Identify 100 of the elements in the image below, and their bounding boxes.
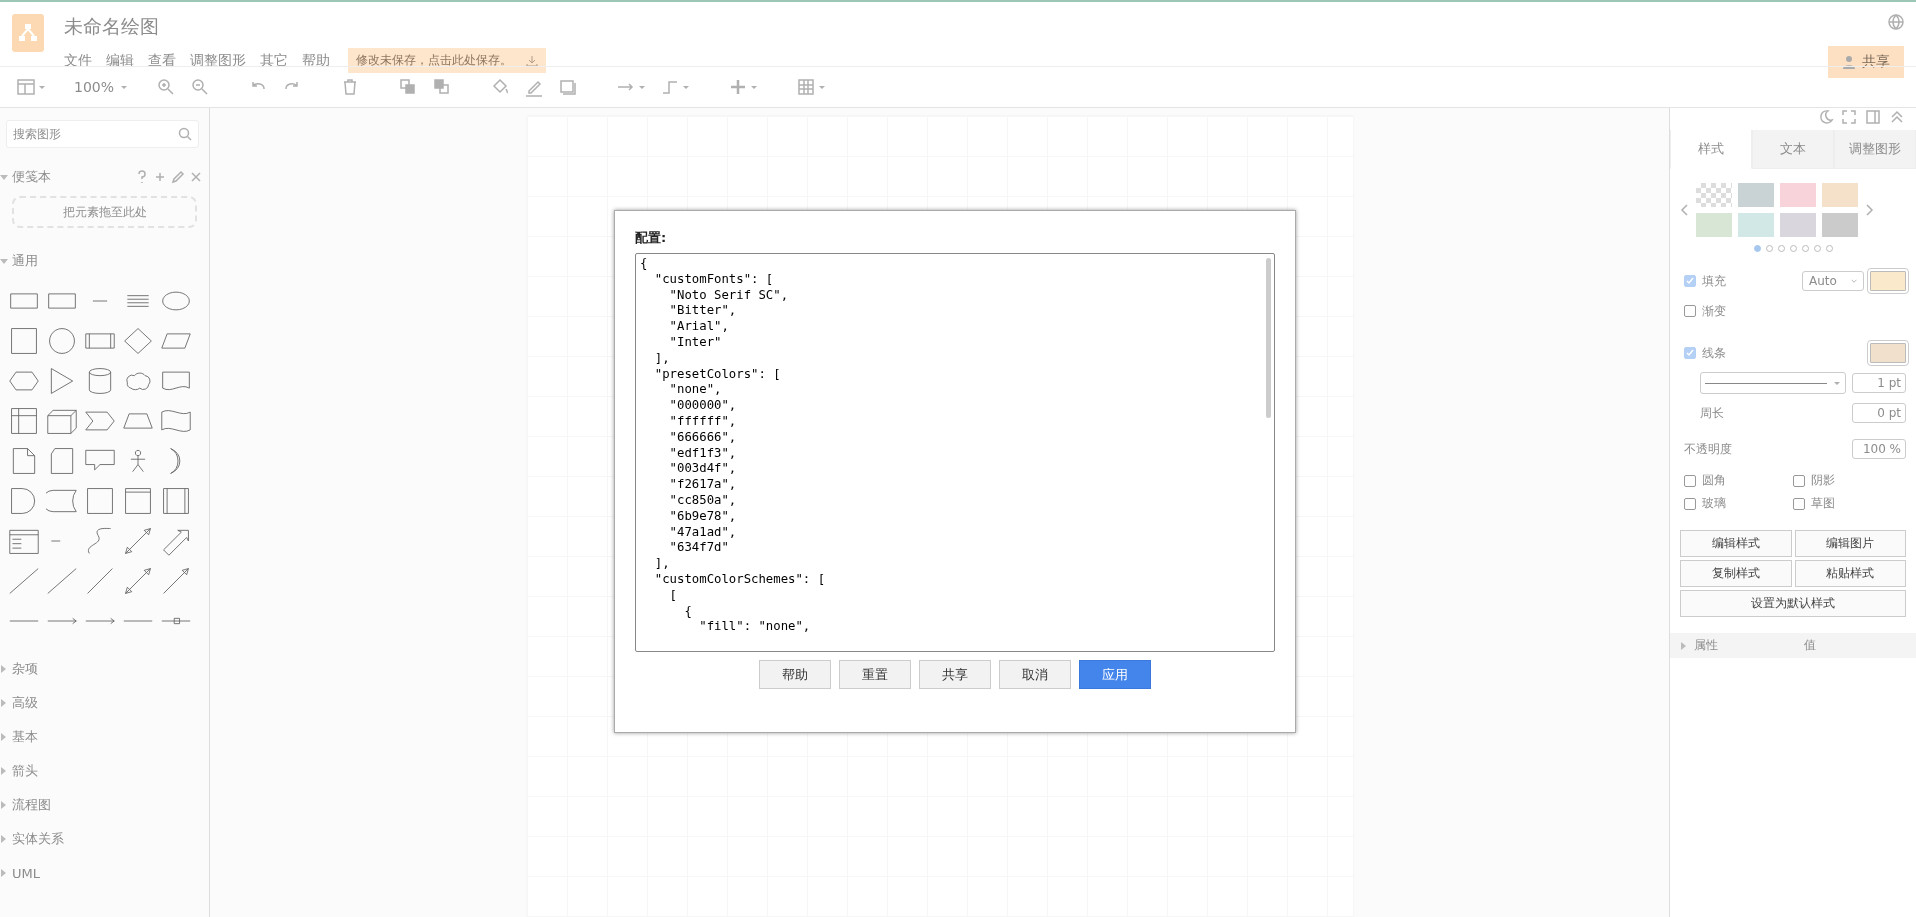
dialog-button[interactable]: 重置 — [839, 660, 911, 689]
option-label: 玻璃 — [1702, 495, 1726, 512]
shadow-icon[interactable] — [558, 77, 579, 97]
document-title[interactable]: 未命名绘图 — [64, 14, 159, 40]
style-button[interactable]: 复制样式 — [1680, 560, 1792, 587]
line-color-button[interactable] — [1870, 343, 1906, 363]
checkbox[interactable] — [1684, 474, 1696, 487]
style-button[interactable]: 粘贴样式 — [1794, 560, 1906, 587]
caret-icon[interactable] — [638, 84, 647, 90]
section-title[interactable]: UML — [12, 865, 203, 881]
shape-item-icon[interactable] — [46, 566, 78, 596]
fill-color-button[interactable] — [1870, 271, 1906, 291]
chevron-down-icon — [1850, 278, 1857, 284]
expand-arrow-icon[interactable] — [0, 173, 8, 181]
search-icon — [178, 127, 192, 141]
collapse-arrow-icon[interactable] — [0, 733, 8, 741]
fullscreen-icon[interactable] — [1840, 108, 1858, 126]
dialog-button[interactable]: 帮助 — [759, 660, 831, 689]
section-title[interactable]: 基本 — [12, 728, 203, 746]
checkbox[interactable] — [1793, 497, 1805, 510]
caret-icon[interactable] — [38, 84, 46, 90]
collapse-arrow-icon[interactable] — [0, 767, 8, 775]
chevron-left-icon[interactable] — [1680, 204, 1690, 216]
shape-item-icon[interactable] — [84, 486, 116, 516]
fill-mode-select[interactable]: Auto — [1802, 271, 1864, 291]
collapse-arrow-icon[interactable] — [0, 665, 8, 673]
collapse-arrow-icon[interactable] — [0, 869, 8, 877]
shape-item-icon[interactable] — [8, 406, 40, 436]
color-scheme-swatch[interactable] — [1822, 183, 1858, 207]
collapse-arrow-icon[interactable] — [1680, 641, 1688, 650]
perimeter-field[interactable]: 0 pt — [1852, 403, 1906, 423]
dialog-button[interactable]: 取消 — [999, 660, 1071, 689]
caret-icon[interactable] — [1833, 380, 1841, 386]
help-icon[interactable] — [135, 170, 149, 184]
checkbox[interactable] — [1684, 497, 1696, 510]
color-scheme-swatch[interactable] — [1780, 213, 1816, 237]
collapse-arrow-icon[interactable] — [0, 801, 8, 809]
section-title[interactable]: 流程图 — [12, 796, 203, 814]
close-icon[interactable] — [189, 170, 203, 184]
page-dot[interactable] — [1753, 245, 1761, 252]
collapse-arrow-icon[interactable] — [0, 835, 8, 843]
section-title[interactable]: 箭头 — [12, 762, 203, 780]
color-scheme-swatch[interactable] — [1780, 183, 1816, 207]
dialog-button[interactable]: 应用 — [1079, 660, 1151, 689]
zoom-dropdown[interactable]: 100% — [74, 79, 129, 95]
unsaved-notice[interactable]: 修改未保存，点击此处保存。 — [348, 48, 546, 73]
shape-item-icon[interactable] — [122, 326, 154, 356]
caret-icon[interactable] — [818, 84, 827, 90]
config-editor[interactable]: { "customFonts": [ "Noto Serif SC", "Bitter", "Arial", "Inter" ], "presetColors": [ "none", "000000", "ffffff", "666666", "edf1f3", "003d4f", "f2617a", "cc850a", "6b9e78", "47a1ad", "634f7d" ], "customColorSchemes": [ [ { "fill": "none", — [635, 253, 1275, 652]
shape-item-icon[interactable] — [8, 566, 40, 596]
section-title[interactable]: 杂项 — [12, 660, 203, 678]
panel-tab[interactable]: 调整图形 — [1834, 130, 1916, 169]
caret-icon[interactable] — [682, 84, 691, 90]
shape-item-icon[interactable] — [122, 486, 154, 516]
collapse-arrow-icon[interactable] — [0, 699, 8, 707]
checkbox[interactable] — [1793, 474, 1805, 487]
layout-panel-icon[interactable] — [16, 77, 36, 97]
pencil-icon[interactable] — [171, 170, 185, 184]
option-label: 圆角 — [1702, 472, 1726, 489]
menu-item[interactable]: 编辑 — [106, 51, 134, 70]
column-header: 值 — [1804, 637, 1816, 654]
opacity-field[interactable]: 100 % — [1852, 439, 1906, 459]
menu-item[interactable]: 帮助 — [302, 51, 330, 70]
line-width-field[interactable]: 1 pt — [1852, 373, 1906, 393]
search-field[interactable]: 搜索图形 — [6, 120, 199, 148]
shape-item-icon[interactable] — [46, 326, 78, 356]
panel-icon[interactable] — [1864, 108, 1882, 126]
section-title[interactable]: 高级 — [12, 694, 203, 712]
caret-icon[interactable] — [750, 84, 759, 90]
line-pattern-select[interactable] — [1700, 372, 1846, 394]
color-scheme-swatch[interactable] — [1738, 183, 1774, 207]
shape-item-icon[interactable] — [122, 526, 154, 556]
checkbox[interactable] — [1684, 305, 1696, 317]
menu-item[interactable]: 查看 — [148, 51, 176, 70]
table-icon[interactable] — [796, 77, 817, 97]
caret-icon[interactable] — [120, 84, 129, 90]
expand-arrow-icon[interactable] — [0, 257, 8, 265]
color-scheme-swatch[interactable] — [1822, 213, 1858, 237]
globe-icon[interactable] — [1888, 14, 1904, 30]
drop-zone: 把元素拖至此处 — [12, 196, 197, 228]
section-title[interactable]: 实体关系 — [12, 830, 203, 848]
shape-item-icon[interactable] — [122, 566, 154, 596]
color-scheme-swatch[interactable] — [1738, 213, 1774, 237]
style-button[interactable]: 编辑样式 — [1680, 530, 1792, 557]
color-scheme-swatch[interactable] — [1696, 213, 1732, 237]
add-icon[interactable] — [153, 170, 167, 184]
checkbox[interactable] — [1684, 275, 1696, 287]
shape-item-icon[interactable] — [8, 326, 40, 356]
chevron-right-icon[interactable] — [1864, 204, 1874, 216]
option-label: 草图 — [1811, 495, 1835, 512]
section-title[interactable]: 通用 — [12, 252, 203, 270]
checkbox[interactable] — [1684, 347, 1696, 359]
section-title[interactable]: 便笺本 — [12, 168, 131, 186]
option-label: 阴影 — [1811, 472, 1835, 489]
dialog-button[interactable]: 共享 — [919, 660, 991, 689]
panel-tab[interactable]: 样式 — [1670, 130, 1752, 169]
style-button[interactable]: 编辑图片 — [1794, 530, 1906, 557]
panel-tab[interactable]: 文本 — [1752, 130, 1834, 169]
shape-item-icon[interactable] — [160, 486, 192, 516]
set-default-style-button[interactable]: 设置为默认样式 — [1680, 590, 1906, 617]
